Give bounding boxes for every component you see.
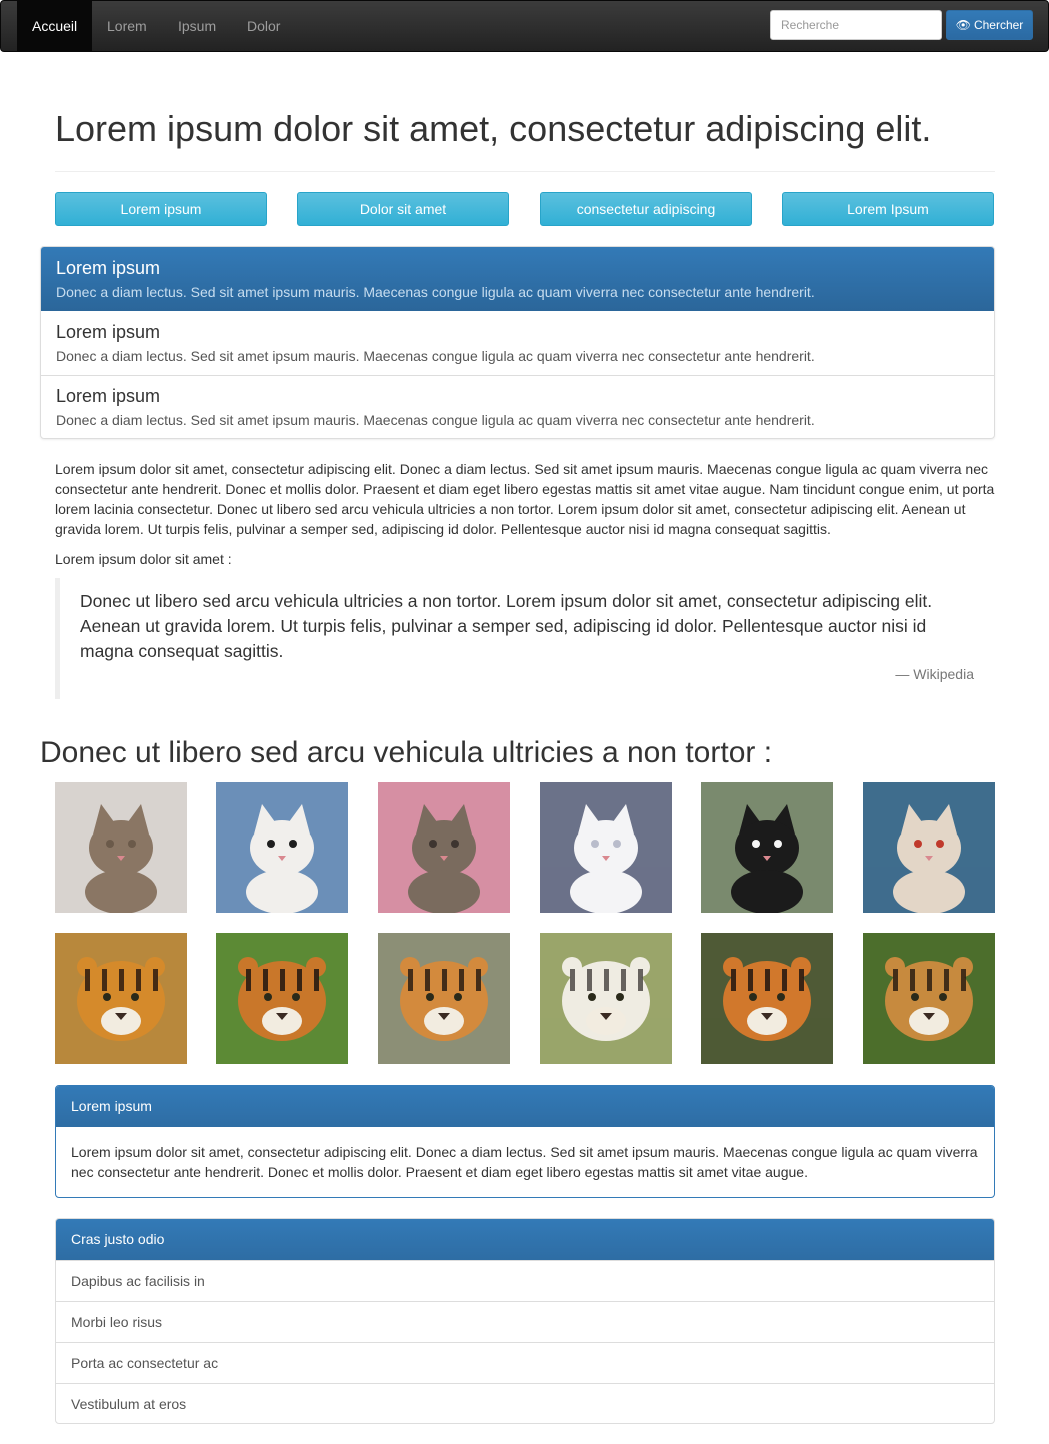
- kitten-photo[interactable]: [701, 782, 833, 913]
- list-group-item[interactable]: Lorem ipsum Donec a diam lectus. Sed sit…: [41, 375, 994, 438]
- search-input[interactable]: [770, 10, 942, 40]
- list-group-item-text: Donec a diam lectus. Sed sit amet ipsum …: [56, 348, 815, 364]
- list-group-item-heading: Lorem ipsum: [56, 322, 161, 342]
- list-group-item-heading: Lorem ipsum: [56, 386, 161, 406]
- blockquote-text: Donec ut libero sed arcu vehicula ultric…: [80, 591, 933, 661]
- nav-item-accueil[interactable]: Accueil: [17, 1, 93, 51]
- divider: [55, 171, 995, 172]
- body-paragraph: Lorem ipsum dolor sit amet, consectetur …: [55, 461, 995, 537]
- kitten-photo[interactable]: [216, 782, 348, 913]
- tiger-photo[interactable]: [701, 933, 833, 1064]
- intro-text: Lorem ipsum dolor sit amet :: [55, 551, 232, 567]
- list-group-item-text: Donec a diam lectus. Sed sit amet ipsum …: [56, 284, 815, 300]
- eye-icon: 👁: [955, 18, 971, 32]
- kitten-photo[interactable]: [863, 782, 995, 913]
- search-button[interactable]: 👁 Chercher: [946, 10, 1033, 40]
- kitten-photo[interactable]: [540, 782, 672, 913]
- list-panel: Cras justo odio Dapibus ac facilisis in …: [55, 1218, 995, 1424]
- list-group-item-text: Donec a diam lectus. Sed sit amet ipsum …: [56, 412, 815, 428]
- nav-item-dolor[interactable]: Dolor: [232, 1, 295, 51]
- info-button-2[interactable]: Dolor sit amet: [297, 192, 509, 226]
- info-button-3[interactable]: consectetur adipiscing: [540, 192, 752, 226]
- list-group-item-active[interactable]: Lorem ipsum Donec a diam lectus. Sed sit…: [41, 247, 994, 311]
- search-button-label: Chercher: [973, 18, 1024, 32]
- panel-heading: Lorem ipsum: [56, 1086, 994, 1127]
- kitten-photo[interactable]: [55, 782, 187, 913]
- tiger-photo[interactable]: [378, 933, 510, 1064]
- list-group-item-heading: Lorem ipsum: [56, 258, 161, 278]
- blockquote-bar: [55, 578, 60, 699]
- panel-heading: Cras justo odio: [56, 1219, 994, 1260]
- page-title: Lorem ipsum dolor sit amet, consectetur …: [55, 108, 932, 149]
- panel-list-item[interactable]: Vestibulum at eros: [56, 1383, 994, 1423]
- blockquote-source: — Wikipedia: [895, 666, 974, 682]
- info-panel: Lorem ipsum Lorem ipsum dolor sit amet, …: [55, 1085, 995, 1198]
- tiger-photo[interactable]: [216, 933, 348, 1064]
- panel-body: Lorem ipsum dolor sit amet, consectetur …: [71, 1144, 978, 1180]
- navbar: Accueil Lorem Ipsum Dolor 👁Chercher: [0, 0, 1049, 52]
- tiger-photo[interactable]: [863, 933, 995, 1064]
- info-button-1[interactable]: Lorem ipsum: [55, 192, 267, 226]
- panel-list-item[interactable]: Porta ac consectetur ac: [56, 1342, 994, 1383]
- info-button-4[interactable]: Lorem Ipsum: [782, 192, 994, 226]
- nav-item-lorem[interactable]: Lorem: [92, 1, 162, 51]
- list-group-item[interactable]: Lorem ipsum Donec a diam lectus. Sed sit…: [41, 311, 994, 375]
- list-group: Lorem ipsum Donec a diam lectus. Sed sit…: [40, 246, 995, 439]
- kitten-photo[interactable]: [378, 782, 510, 913]
- tiger-photo[interactable]: [55, 933, 187, 1064]
- panel-list-item[interactable]: Dapibus ac facilisis in: [56, 1260, 994, 1301]
- panel-list-item[interactable]: Morbi leo risus: [56, 1301, 994, 1342]
- section-title: Donec ut libero sed arcu vehicula ultric…: [40, 736, 773, 769]
- tiger-photo[interactable]: [540, 933, 672, 1064]
- nav-item-ipsum[interactable]: Ipsum: [163, 1, 231, 51]
